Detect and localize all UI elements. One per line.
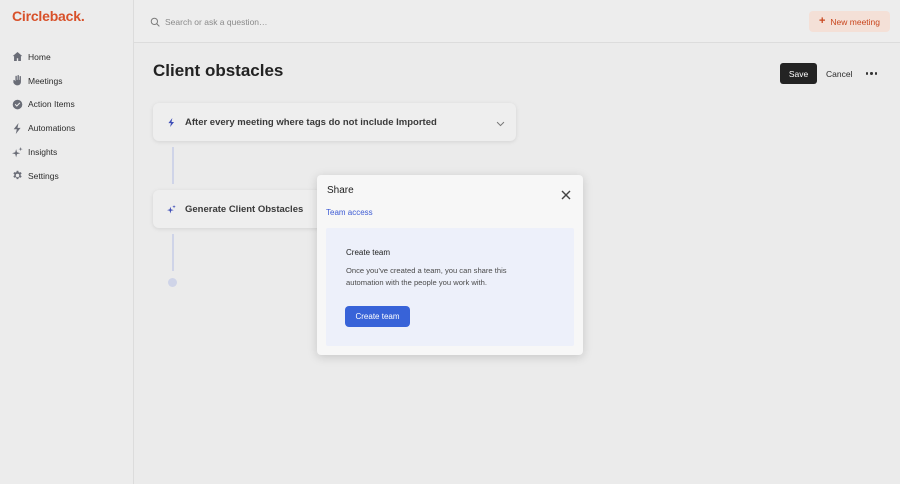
add-step-dot[interactable]	[168, 278, 177, 287]
connector-line	[172, 234, 174, 271]
sidebar-item-label: Insights	[28, 147, 58, 158]
sidebar-item-home[interactable]: Home	[0, 45, 134, 69]
trigger-card-text: After every meeting where tags do not in…	[185, 116, 437, 128]
home-icon	[12, 51, 23, 62]
cancel-button[interactable]: Cancel	[826, 63, 852, 84]
sidebar-item-settings[interactable]: Settings	[0, 164, 134, 188]
new-meeting-label: New meeting	[830, 16, 880, 27]
sidebar-item-automations[interactable]: Automations	[0, 116, 134, 140]
more-options-icon[interactable]	[864, 66, 879, 81]
save-button[interactable]: Save	[780, 63, 817, 84]
sidebar-item-label: Action Items	[28, 99, 75, 110]
top-bar: + New meeting	[134, 0, 900, 43]
create-team-button[interactable]: Create team	[345, 306, 410, 327]
trigger-card[interactable]: After every meeting where tags do not in…	[153, 103, 516, 141]
sidebar-item-label: Settings	[28, 170, 59, 181]
close-icon[interactable]	[561, 187, 571, 200]
sparkle-icon	[167, 204, 176, 215]
action-card-text: Generate Client Obstacles	[185, 203, 304, 215]
page-title: Client obstacles	[153, 61, 284, 80]
search-bar	[150, 14, 450, 30]
search-icon	[150, 17, 160, 27]
plus-icon: +	[818, 15, 826, 27]
sidebar-item-action-items[interactable]: Action Items	[0, 93, 134, 117]
sparkle-icon	[12, 146, 23, 158]
sidebar-item-insights[interactable]: Insights	[0, 140, 134, 164]
panel-title: Create team	[346, 248, 391, 257]
lightning-icon	[167, 117, 176, 128]
gear-icon	[12, 170, 23, 181]
sidebar-item-meetings[interactable]: Meetings	[0, 69, 134, 93]
tab-team-access[interactable]: Team access	[326, 208, 373, 217]
meetings-icon	[12, 75, 23, 86]
logo-dot: .	[80, 8, 85, 24]
search-input[interactable]	[165, 17, 425, 27]
chevron-down-icon[interactable]	[495, 116, 506, 127]
sidebar-item-label: Automations	[28, 123, 76, 134]
panel-description: Once you've created a team, you can shar…	[346, 266, 507, 287]
sidebar-item-label: Meetings	[28, 75, 63, 86]
connector-line	[172, 147, 174, 184]
share-modal: Share Team access Create team Once you'v…	[317, 175, 583, 355]
modal-title: Share	[327, 185, 354, 196]
sidebar: Circleback. Home Meetings Action Items A…	[0, 0, 134, 484]
sidebar-nav: Home Meetings Action Items Automations I…	[0, 45, 134, 188]
lightning-icon	[12, 122, 23, 134]
sidebar-item-label: Home	[28, 51, 51, 62]
logo-text: Circleback	[12, 8, 81, 24]
new-meeting-button[interactable]: + New meeting	[808, 11, 890, 32]
create-team-panel: Create team Once you've created a team, …	[326, 228, 574, 346]
logo[interactable]: Circleback.	[12, 8, 85, 24]
check-circle-icon	[12, 99, 23, 110]
